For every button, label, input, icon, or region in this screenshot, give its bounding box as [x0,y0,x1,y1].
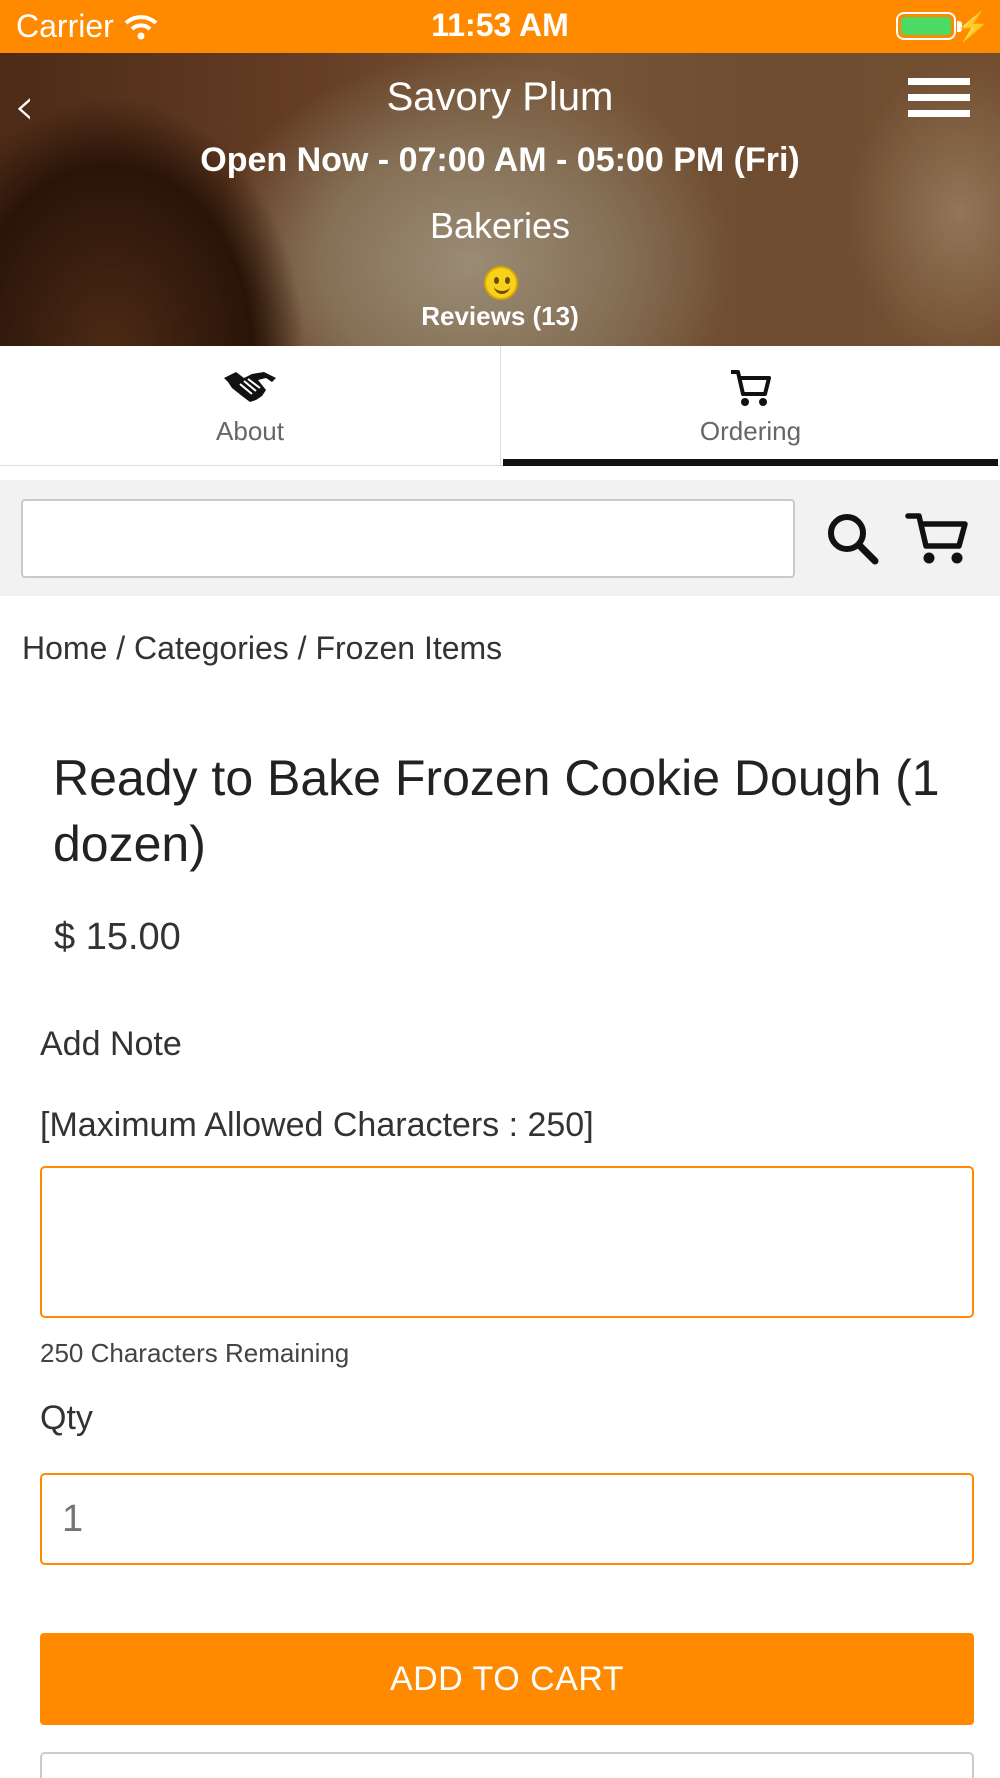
breadcrumb-categories[interactable]: Categories [134,630,289,666]
note-max-characters: [Maximum Allowed Characters : 250] [40,1106,594,1144]
tab-about-label: About [216,416,284,446]
tab-about[interactable]: About [0,346,500,466]
search-icon [828,514,879,565]
characters-remaining: 250 Characters Remaining [40,1338,350,1368]
tab-ordering[interactable]: Ordering [500,346,1000,466]
status-bar: Carrier 11:53 AM ⚡ [0,0,1000,53]
status-time: 11:53 AM [431,7,569,43]
secondary-button[interactable] [40,1752,974,1778]
qty-input[interactable] [40,1473,974,1565]
add-to-cart-button[interactable]: ADD TO CART [40,1633,974,1725]
cart-icon [730,370,771,406]
breadcrumb-separator: / [288,630,316,666]
breadcrumb: Home / Categories / Frozen Items [22,630,502,667]
tab-bar: About Ordering [0,346,1000,466]
product-price: $ 15.00 [54,916,181,958]
tab-ordering-label: Ordering [699,416,802,446]
opening-hours: Open Now - 07:00 AM - 05:00 PM (Fri) [200,141,800,179]
handshake-icon [224,372,276,402]
restaurant-category: Bakeries [429,205,571,246]
reviews-link[interactable]: Reviews (13) [0,301,1000,332]
restaurant-name: Savory Plum [386,75,614,119]
search-input[interactable] [21,499,795,578]
smiley-icon [484,266,518,300]
breadcrumb-home[interactable]: Home [22,630,107,666]
active-tab-indicator [503,459,998,466]
add-note-label: Add Note [40,1025,182,1063]
charging-bolt-icon: ⚡ [955,11,990,42]
cart-icon [905,513,968,564]
battery-icon [896,12,956,40]
cart-button[interactable] [905,510,971,566]
breadcrumb-separator: / [107,630,135,666]
search-button[interactable] [824,510,880,566]
breadcrumb-current: Frozen Items [315,630,503,666]
qty-label: Qty [40,1399,93,1437]
note-textarea[interactable] [40,1166,974,1318]
restaurant-header: ‹ Savory Plum Open Now - 07:00 AM - 05:0… [0,53,1000,346]
search-bar [0,480,1000,596]
product-title: Ready to Bake Frozen Cookie Dough (1 doz… [53,750,940,872]
